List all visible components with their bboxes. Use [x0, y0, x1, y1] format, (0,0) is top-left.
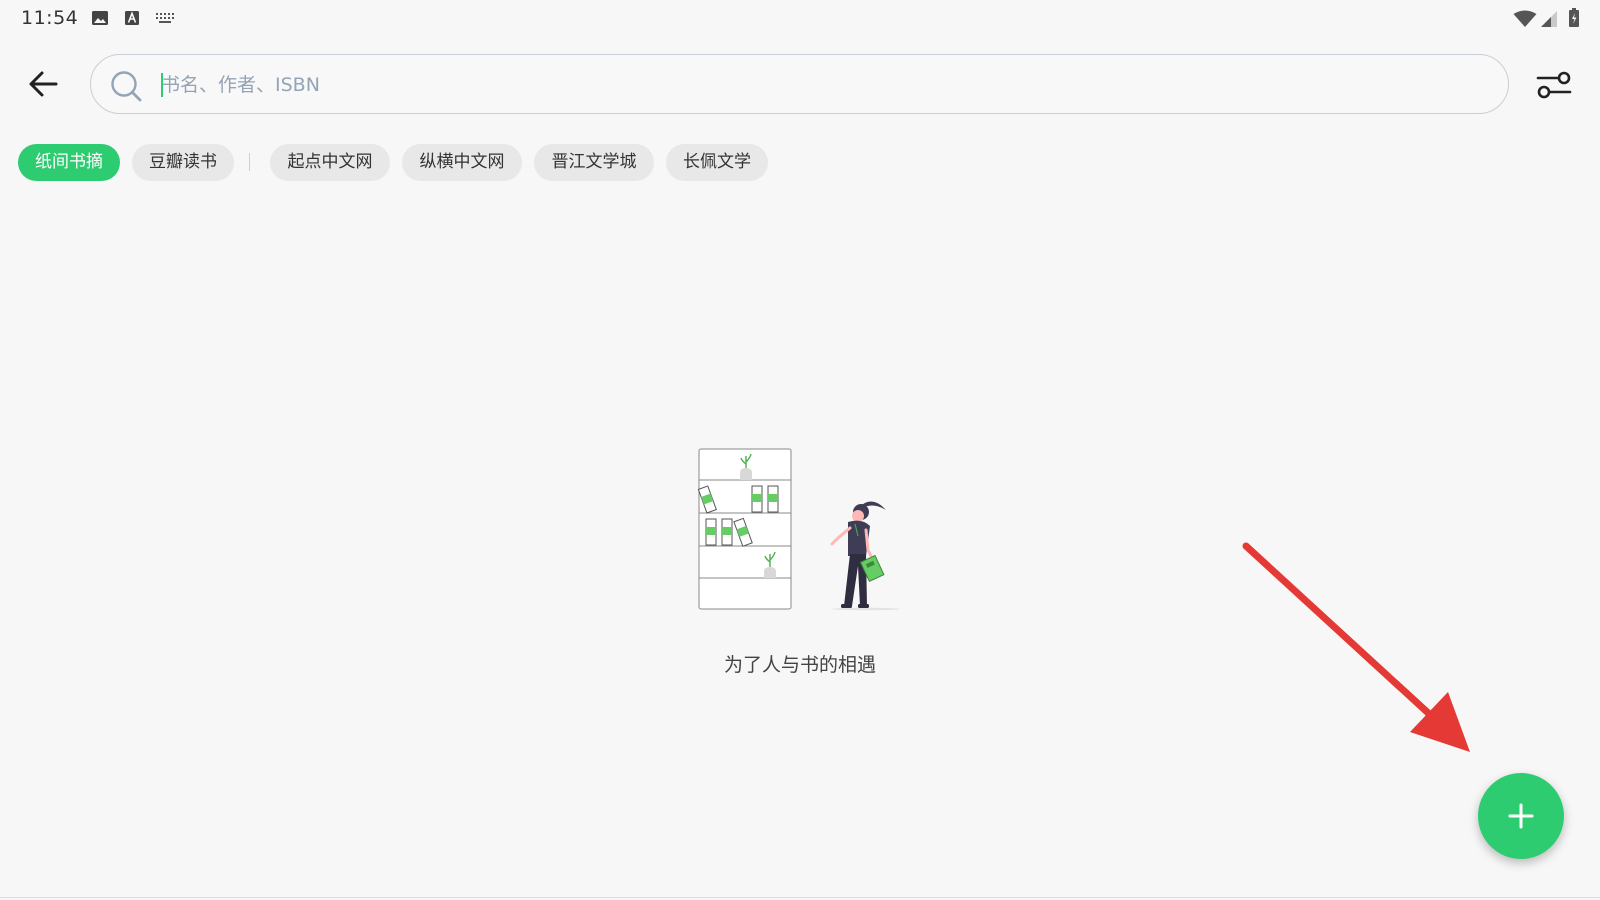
bottom-divider [0, 897, 1600, 898]
screen: 11:54 书名、作者、ISBN 纸间书摘 豆瓣读书 起点中文网 纵横中文网 晋… [0, 0, 1600, 900]
plus-icon [1508, 803, 1534, 829]
back-button[interactable] [26, 66, 62, 102]
text-a-icon [125, 11, 139, 25]
cell-signal-icon [1541, 11, 1557, 27]
battery-icon [1569, 8, 1579, 27]
arrow-left-icon [29, 71, 58, 97]
chip-zongheng[interactable]: 纵横中文网 [402, 144, 522, 181]
chip-douban-dushu[interactable]: 豆瓣读书 [132, 144, 234, 181]
keyboard-icon [156, 13, 174, 23]
filter-button[interactable] [1536, 69, 1572, 101]
chip-divider [249, 153, 250, 171]
search-input[interactable] [159, 65, 1463, 105]
status-bar: 11:54 [0, 0, 1600, 36]
filter-sliders-icon [1536, 71, 1572, 99]
chip-zhijian-shuzhai[interactable]: 纸间书摘 [18, 144, 120, 181]
red-arrow-icon [1242, 542, 1470, 752]
empty-state-message: 为了人与书的相遇 [723, 654, 876, 676]
bookshelf-reader-illustration [697, 448, 900, 611]
chip-qidian[interactable]: 起点中文网 [270, 144, 390, 181]
status-time: 11:54 [21, 7, 79, 29]
chip-changpei[interactable]: 长佩文学 [666, 144, 768, 181]
search-icon [111, 71, 142, 102]
add-fab-button[interactable] [1478, 773, 1564, 859]
image-icon [92, 11, 108, 25]
search-box[interactable] [90, 54, 1509, 114]
text-caret [161, 73, 163, 97]
chip-jinjiang[interactable]: 晋江文学城 [534, 144, 654, 181]
wifi-icon [1513, 10, 1537, 27]
